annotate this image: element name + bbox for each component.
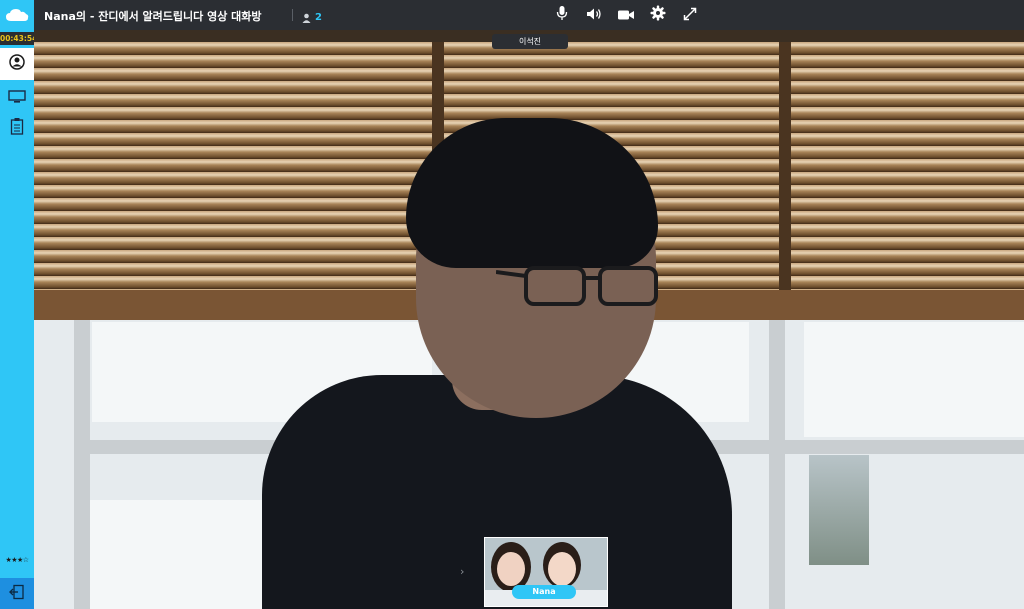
- window-frame: [779, 42, 791, 320]
- room-title: Nana의 - 잔디에서 알려드립니다 영상 대화방: [44, 10, 262, 23]
- remote-name-tag: 이석진: [492, 34, 568, 49]
- call-timer: 00:43:54: [0, 32, 38, 45]
- window-frame: [74, 320, 90, 609]
- participant-count[interactable]: 2: [302, 8, 322, 27]
- call-controls: [552, 5, 700, 25]
- remote-video[interactable]: [34, 30, 1024, 609]
- sidebar-item-screen-share[interactable]: [0, 82, 34, 114]
- sidebar-item-profile[interactable]: [0, 48, 34, 80]
- microphone-button[interactable]: [552, 5, 572, 25]
- self-person-2-face: [548, 552, 576, 586]
- city-view: [809, 455, 869, 565]
- gear-icon: [650, 5, 666, 25]
- monitor-icon: [8, 89, 26, 108]
- fullscreen-button[interactable]: [680, 5, 700, 25]
- sidebar-item-notes[interactable]: [0, 112, 34, 144]
- exit-button[interactable]: [0, 578, 34, 609]
- call-rating[interactable]: ★★★☆: [0, 556, 34, 564]
- exit-icon: [9, 584, 25, 604]
- clipboard-icon: [10, 117, 24, 139]
- microphone-icon: [556, 5, 568, 25]
- user-circle-icon: [9, 54, 25, 74]
- window-pane: [804, 322, 1024, 437]
- chevron-right-icon[interactable]: ›: [460, 565, 464, 578]
- self-person-1-face: [497, 552, 525, 586]
- person-icon: [302, 8, 311, 27]
- window-frame: [769, 320, 785, 609]
- cloud-logo-icon[interactable]: [0, 0, 34, 30]
- participant-count-value: 2: [315, 12, 322, 23]
- speaker-icon: [586, 6, 602, 25]
- self-name-label: Nana: [512, 585, 576, 599]
- settings-button[interactable]: [648, 5, 668, 25]
- glasses: [496, 266, 658, 306]
- window-pane: [84, 500, 264, 609]
- video-camera-icon: [617, 6, 635, 25]
- sidebar: 00:43:54 ★★★☆: [0, 0, 38, 609]
- camera-button[interactable]: [616, 5, 636, 25]
- title-divider: [292, 9, 293, 21]
- speaker-button[interactable]: [584, 5, 604, 25]
- top-bar: Nana의 - 잔디에서 알려드립니다 영상 대화방 2: [34, 0, 1024, 30]
- expand-icon: [683, 6, 697, 25]
